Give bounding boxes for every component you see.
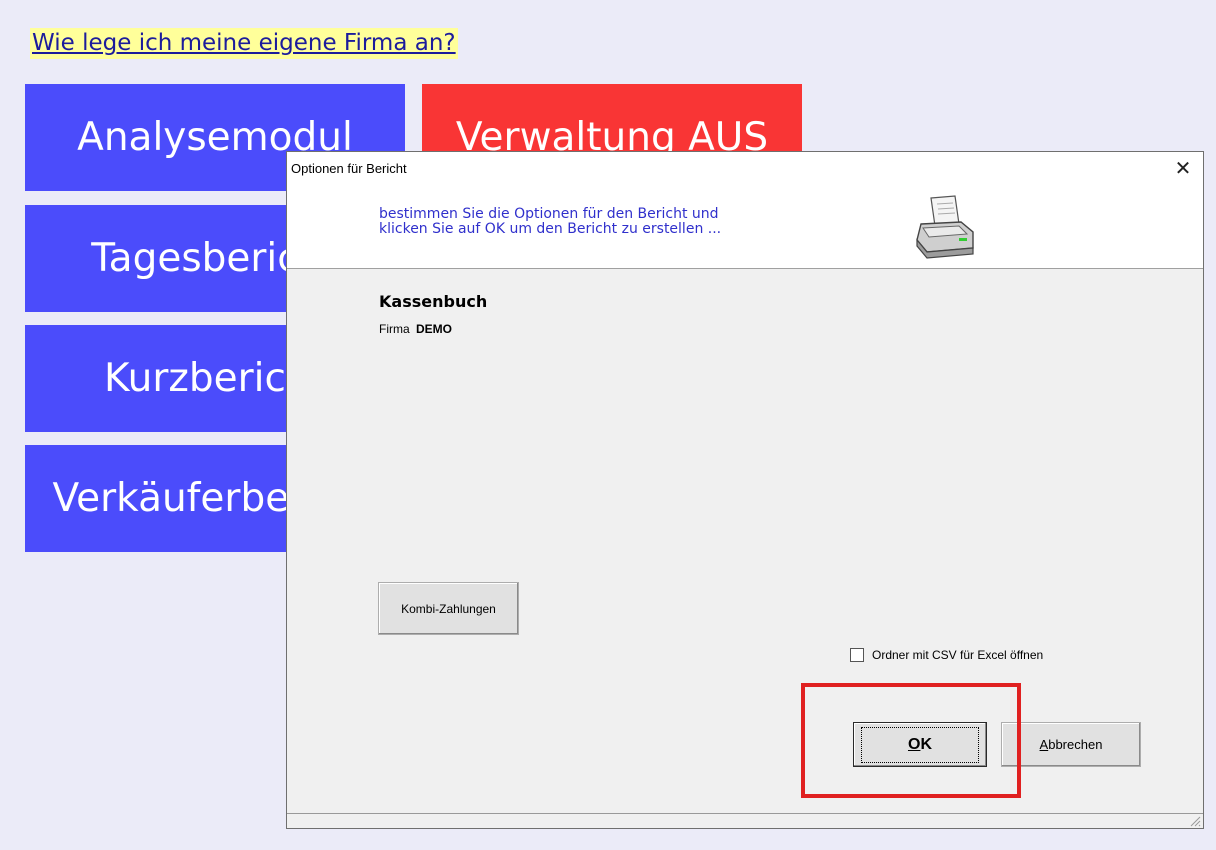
- ok-button[interactable]: OK: [853, 722, 987, 767]
- printer-icon: [916, 195, 974, 259]
- dialog-instructions: bestimmen Sie die Optionen für den Beric…: [379, 207, 721, 237]
- help-link-own-company[interactable]: Wie lege ich meine eigene Firma an?: [30, 28, 458, 59]
- ok-button-focus: OK: [860, 726, 979, 763]
- ok-label-rest: K: [920, 735, 932, 753]
- close-button[interactable]: ✕: [1163, 152, 1203, 184]
- report-name: Kassenbuch: [379, 292, 488, 311]
- resize-grip-icon[interactable]: [1189, 815, 1201, 827]
- csv-checkbox[interactable]: [850, 648, 864, 662]
- close-icon: ✕: [1174, 157, 1192, 180]
- company-value: DEMO: [416, 322, 453, 336]
- company-line: Firma DEMO: [379, 322, 452, 336]
- ok-mnemonic: O: [907, 735, 921, 753]
- status-bar: [287, 813, 1203, 828]
- cancel-mnemonic: A: [1039, 737, 1049, 752]
- instructions-line-2: klicken Sie auf OK um den Bericht zu ers…: [379, 221, 722, 237]
- instructions-line-1: bestimmen Sie die Optionen für den Beric…: [379, 206, 719, 222]
- cancel-button[interactable]: Abbrechen: [1001, 722, 1141, 767]
- csv-checkbox-label[interactable]: Ordner mit CSV für Excel öffnen: [872, 648, 1043, 662]
- company-label: Firma: [379, 322, 410, 336]
- cancel-label-rest: bbrechen: [1048, 737, 1103, 752]
- kombi-zahlungen-button[interactable]: Kombi-Zahlungen: [378, 582, 519, 635]
- dialog-titlebar[interactable]: Optionen für Bericht ✕: [287, 152, 1203, 186]
- dialog-title: Optionen für Bericht: [291, 161, 407, 176]
- dialog-header: bestimmen Sie die Optionen für den Beric…: [287, 186, 1203, 269]
- csv-option: Ordner mit CSV für Excel öffnen: [850, 648, 1043, 662]
- kombi-zahlungen-label: Kombi-Zahlungen: [401, 601, 496, 616]
- report-options-dialog: Optionen für Bericht ✕ bestimmen Sie die…: [286, 151, 1204, 829]
